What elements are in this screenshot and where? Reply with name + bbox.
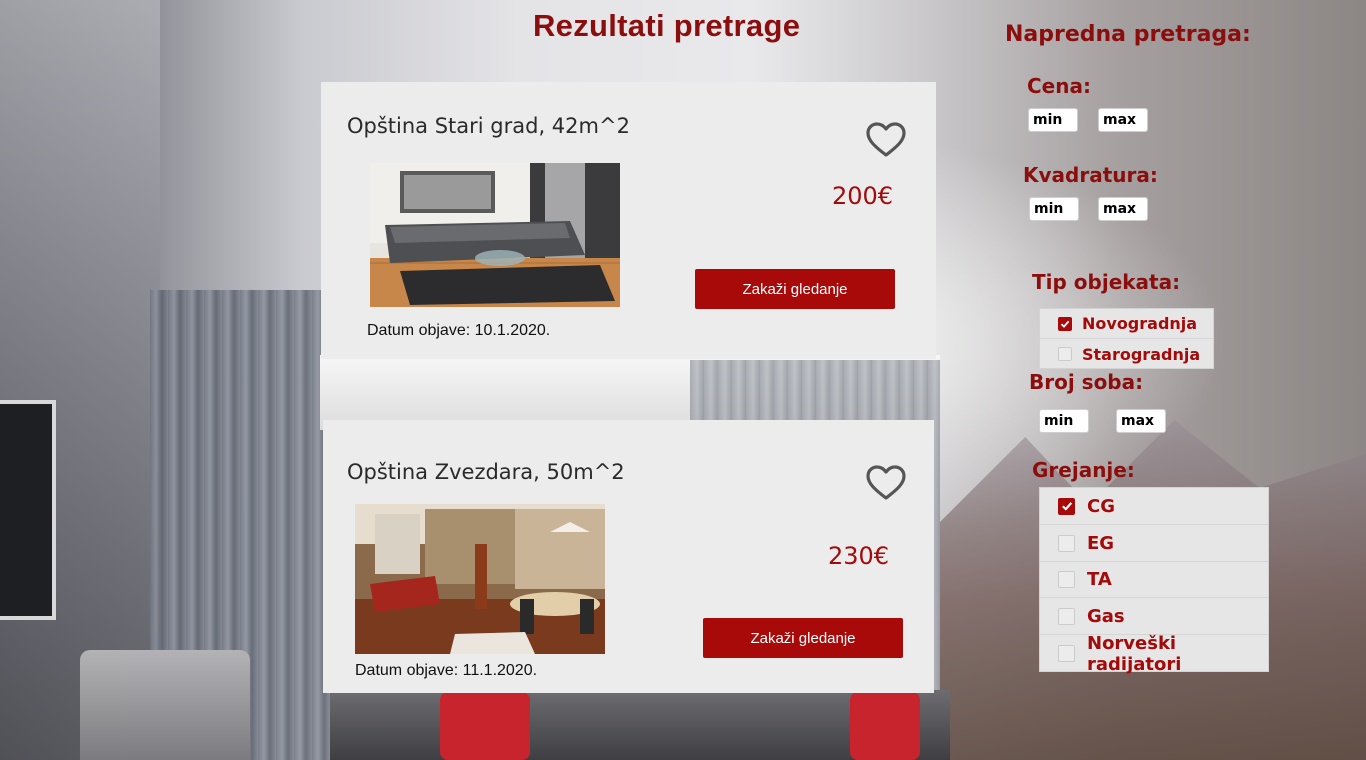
checkbox-starogradnja[interactable]: Starogradnja: [1040, 339, 1213, 369]
checkbox-checked-icon[interactable]: [1058, 316, 1072, 331]
background-tv: [0, 400, 56, 620]
heart-outline-icon[interactable]: [866, 465, 906, 501]
listing-card: Opština Zvezdara, 50m^2 230€ Zakaži gled…: [323, 420, 934, 693]
checkbox-label: Novogradnja: [1082, 314, 1198, 333]
property-type-options: Novogradnja Starogradnja: [1039, 308, 1214, 369]
area-max-input[interactable]: [1098, 197, 1148, 221]
checkbox-label: Starogradnja: [1082, 344, 1201, 364]
checkbox-unchecked-icon[interactable]: [1058, 534, 1075, 552]
checkbox-norveski-radijatori[interactable]: Norveški radijatori: [1040, 632, 1268, 675]
price-filter-label: Cena:: [1027, 74, 1091, 98]
schedule-viewing-button[interactable]: Zakaži gledanje: [703, 618, 903, 658]
checkbox-novogradnja[interactable]: Novogradnja: [1040, 309, 1213, 339]
area-min-input[interactable]: [1029, 197, 1079, 221]
listing-card: Opština Stari grad, 42m^2 200€ Zakaži gl…: [321, 82, 936, 359]
checkbox-unchecked-icon[interactable]: [1058, 347, 1072, 361]
heating-filter-label: Grejanje:: [1032, 458, 1135, 482]
rooms-max-input[interactable]: [1116, 409, 1166, 433]
listing-heading: Opština Stari grad, 42m^2: [347, 114, 630, 138]
listing-photo[interactable]: [370, 163, 620, 307]
property-type-label: Tip objekata:: [1032, 270, 1181, 294]
heart-outline-icon[interactable]: [866, 122, 906, 158]
checkbox-cg[interactable]: CG: [1040, 488, 1268, 525]
checkbox-unchecked-icon[interactable]: [1058, 645, 1075, 662]
listing-date: Datum objave: 11.1.2020.: [355, 662, 538, 679]
checkbox-label: CG: [1087, 495, 1115, 517]
background-pillow: [850, 692, 920, 760]
heating-options: CG EG TA Gas Norveški radijatori: [1039, 487, 1269, 675]
price-max-input[interactable]: [1098, 108, 1148, 132]
checkbox-label: TA: [1087, 569, 1112, 590]
background-chair: [80, 650, 250, 760]
listing-price: 230€: [828, 542, 890, 570]
checkbox-eg[interactable]: EG: [1040, 525, 1268, 562]
price-min-input[interactable]: [1028, 108, 1078, 132]
schedule-viewing-button[interactable]: Zakaži gledanje: [695, 269, 895, 309]
checkbox-label: EG: [1087, 532, 1115, 554]
checkbox-label: Norveški radijatori: [1087, 632, 1182, 675]
listing-date: Datum objave: 10.1.2020.: [367, 322, 551, 339]
checkbox-unchecked-icon[interactable]: [1058, 571, 1075, 588]
page-title: Rezultati pretrage: [533, 8, 801, 43]
checkbox-ta[interactable]: TA: [1040, 562, 1268, 598]
listing-price: 200€: [832, 182, 894, 210]
checkbox-checked-icon[interactable]: [1058, 497, 1075, 515]
checkbox-gas[interactable]: Gas: [1040, 598, 1268, 635]
checkbox-label: Gas: [1087, 605, 1125, 627]
background-wall: [0, 0, 160, 760]
filters-title: Napredna pretraga:: [1005, 22, 1251, 47]
area-filter-label: Kvadratura:: [1023, 163, 1158, 187]
rooms-min-input[interactable]: [1039, 409, 1089, 433]
rooms-filter-label: Broj soba:: [1029, 370, 1144, 394]
background-pillow: [440, 692, 530, 760]
checkbox-unchecked-icon[interactable]: [1058, 607, 1075, 625]
listing-photo[interactable]: [355, 504, 605, 654]
listing-heading: Opština Zvezdara, 50m^2: [347, 460, 625, 484]
